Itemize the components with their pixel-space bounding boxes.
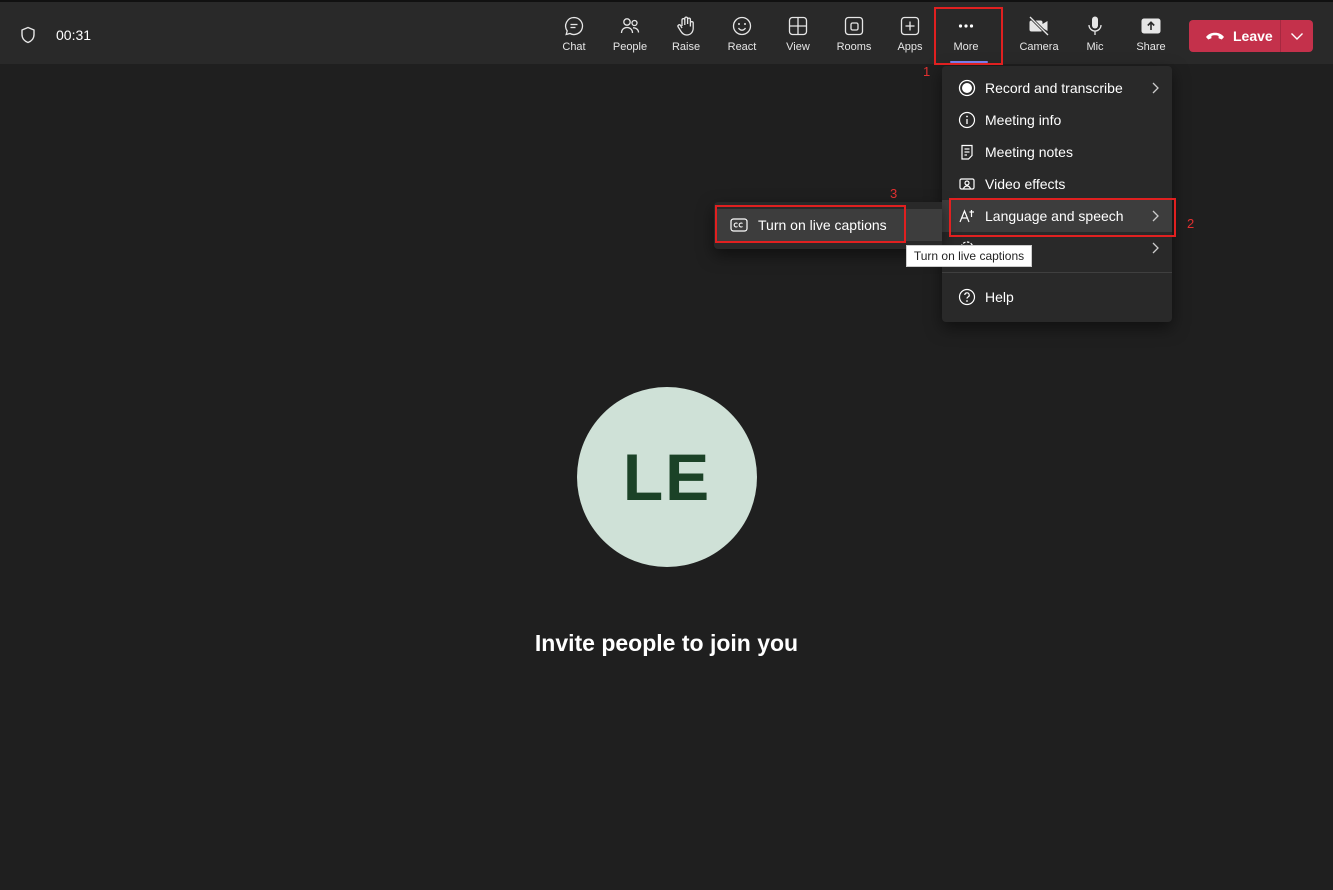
menu-item-label: Help xyxy=(985,289,1014,305)
menu-item-label: Meeting notes xyxy=(985,144,1073,160)
annotation-box-language xyxy=(949,198,1176,237)
annotation-label-1: 1 xyxy=(923,64,931,79)
meeting-timer: 00:31 xyxy=(56,27,92,43)
camera-button[interactable]: Camera xyxy=(1011,8,1067,58)
share-label: Share xyxy=(1136,41,1166,53)
menu-item-record-and-transcribe[interactable]: Record and transcribe xyxy=(942,72,1172,104)
menu-item-label: Record and transcribe xyxy=(985,80,1123,96)
menu-item-help[interactable]: Help xyxy=(942,281,1172,313)
record-icon xyxy=(958,79,976,97)
annotation-box-captions xyxy=(715,205,906,243)
menu-item-label: Video effects xyxy=(985,176,1066,192)
leave-button[interactable]: Leave xyxy=(1189,20,1280,52)
view-label: View xyxy=(786,41,810,53)
chevron-right-icon xyxy=(1152,82,1159,94)
view-button[interactable]: View xyxy=(770,8,826,58)
shield-icon[interactable] xyxy=(19,26,37,44)
share-button[interactable]: Share xyxy=(1123,8,1179,58)
annotation-label-2: 2 xyxy=(1187,216,1195,231)
apps-button[interactable]: Apps xyxy=(882,8,938,58)
help-icon xyxy=(958,288,976,306)
apps-label: Apps xyxy=(897,41,923,53)
avatar-initials: LE xyxy=(622,440,712,514)
chat-icon xyxy=(565,16,584,36)
info-icon xyxy=(958,111,976,129)
menu-item-label: Meeting info xyxy=(985,112,1062,128)
mic-label: Mic xyxy=(1086,41,1104,53)
chat-button[interactable]: Chat xyxy=(546,8,602,58)
camera-off-icon xyxy=(1028,15,1050,37)
people-button[interactable]: People xyxy=(602,8,658,58)
share-icon xyxy=(1141,18,1161,34)
menu-item-meeting-notes[interactable]: Meeting notes xyxy=(942,136,1172,168)
more-menu: Record and transcribe Meeting info Meeti… xyxy=(942,66,1172,322)
grid-icon xyxy=(788,16,808,36)
chevron-down-icon xyxy=(1291,33,1303,40)
plus-box-icon xyxy=(900,16,920,36)
camera-label: Camera xyxy=(1019,41,1059,53)
leave-label: Leave xyxy=(1233,28,1273,44)
raise-label: Raise xyxy=(671,41,701,53)
leave-options-button[interactable] xyxy=(1281,31,1313,41)
rooms-button[interactable]: Rooms xyxy=(826,8,882,58)
annotation-box-more xyxy=(934,7,1003,65)
menu-item-meeting-info[interactable]: Meeting info xyxy=(942,104,1172,136)
video-effects-icon xyxy=(958,175,976,193)
chevron-right-icon xyxy=(1152,242,1159,254)
chat-label: Chat xyxy=(562,41,586,53)
notes-icon xyxy=(958,143,976,161)
meeting-toolbar: 00:31 Chat People Raise React View Rooms… xyxy=(0,0,1333,64)
invite-message: Invite people to join you xyxy=(534,630,799,656)
rooms-icon xyxy=(844,16,864,36)
hang-up-icon xyxy=(1206,32,1224,40)
avatar: LE xyxy=(577,387,757,567)
leave-button-group: Leave xyxy=(1189,20,1313,52)
tooltip: Turn on live captions xyxy=(906,245,1032,267)
people-label: People xyxy=(612,41,648,53)
react-label: React xyxy=(727,41,757,53)
raise-hand-button[interactable]: Raise xyxy=(658,8,714,58)
mic-icon xyxy=(1088,16,1102,35)
rooms-label: Rooms xyxy=(836,41,872,53)
mic-button[interactable]: Mic xyxy=(1067,8,1123,58)
menu-item-video-effects[interactable]: Video effects xyxy=(942,168,1172,200)
annotation-label-3: 3 xyxy=(890,186,898,201)
raise-hand-icon xyxy=(677,16,694,36)
menu-divider xyxy=(942,272,1172,273)
smiley-icon xyxy=(732,16,752,36)
people-icon xyxy=(620,18,640,34)
react-button[interactable]: React xyxy=(714,8,770,58)
